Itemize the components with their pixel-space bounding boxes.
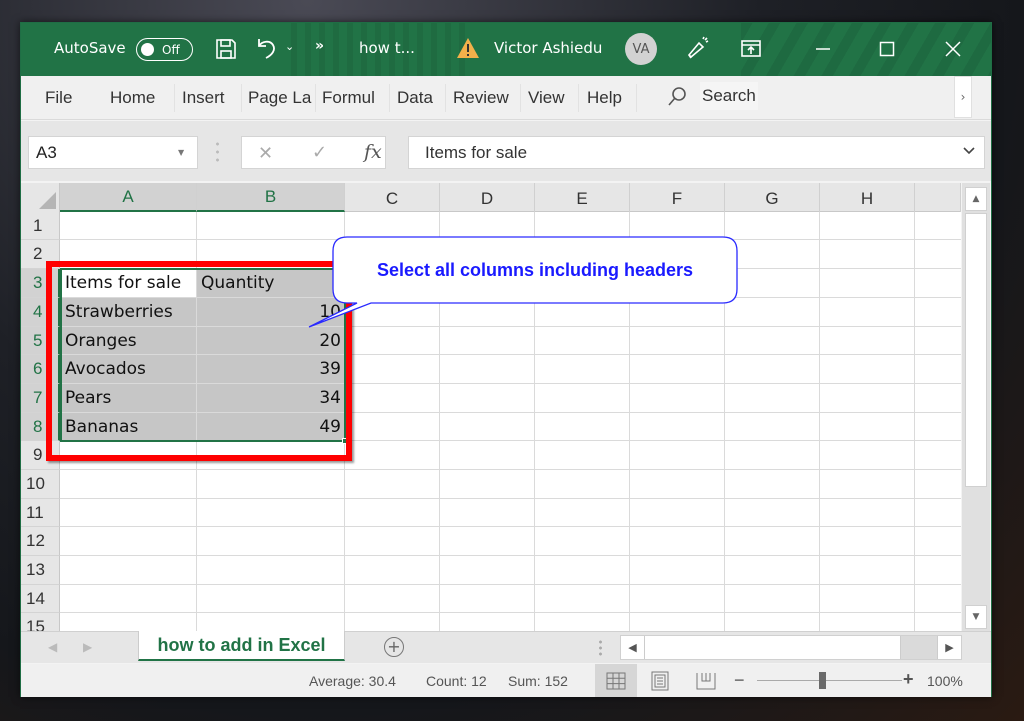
tab-separator (445, 84, 446, 112)
column-gridline (914, 212, 915, 631)
autosave-toggle[interactable]: Off (136, 38, 193, 61)
undo-dropdown-icon[interactable]: ⌄ (285, 40, 294, 53)
tab-page-layout[interactable]: Page La (248, 88, 311, 108)
name-box[interactable]: A3 (28, 136, 198, 169)
tab-separator (636, 84, 637, 112)
vertical-scrollbar[interactable]: ▲ ▼ (962, 183, 990, 631)
tab-review[interactable]: Review (453, 88, 509, 108)
status-count[interactable]: Count: 12 (426, 673, 487, 689)
document-title[interactable]: how t... (359, 39, 415, 57)
select-all-triangle-icon (39, 192, 56, 209)
feedback-icon[interactable] (685, 35, 711, 61)
title-bar: AutoSave Off ⌄ » how t... Victor Ashiedu… (21, 23, 991, 76)
tab-separator (578, 84, 579, 112)
column-gridline (819, 212, 820, 631)
status-average[interactable]: Average: 30.4 (309, 673, 396, 689)
select-all-button[interactable] (21, 183, 60, 212)
avatar[interactable]: VA (625, 33, 657, 65)
normal-view-button[interactable] (595, 664, 637, 697)
undo-icon[interactable] (254, 35, 280, 61)
tab-view[interactable]: View (528, 88, 565, 108)
column-header-d[interactable]: D (440, 183, 535, 212)
save-icon[interactable] (214, 37, 238, 61)
row-header-12[interactable]: 12 (21, 527, 60, 556)
column-header-h[interactable]: H (820, 183, 915, 212)
previous-sheet-icon[interactable]: ◀ (48, 640, 57, 654)
tab-separator (241, 84, 242, 112)
row-header-13[interactable]: 13 (21, 556, 60, 585)
autosave-label: AutoSave (54, 39, 126, 57)
cancel-icon[interactable]: ✕ (258, 143, 273, 164)
tab-separator (520, 84, 521, 112)
tab-file[interactable]: File (45, 88, 72, 108)
zoom-slider[interactable] (757, 680, 902, 681)
formula-bar-resize-handle[interactable] (216, 140, 219, 164)
tab-formulas[interactable]: Formul (322, 88, 375, 108)
tab-separator (315, 84, 316, 112)
column-header-b[interactable]: B (197, 183, 345, 212)
minimize-button[interactable] (803, 29, 843, 69)
row-header-10[interactable]: 10 (21, 470, 60, 499)
tab-split-handle[interactable] (599, 639, 602, 657)
tab-home[interactable]: Home (110, 88, 155, 108)
zoom-in-button[interactable]: + (903, 669, 914, 690)
ribbon-scroll-right-button[interactable]: › (954, 76, 972, 118)
scroll-left-button[interactable]: ◀ (621, 636, 645, 659)
close-button[interactable] (933, 29, 973, 69)
page-break-preview-button[interactable] (685, 664, 727, 697)
spreadsheet-grid[interactable]: A B C D E F G H 1 2 3 4 5 6 7 8 9 10 11 12 13 14 15 Items for … (21, 183, 961, 631)
row-header-1[interactable]: 1 (21, 212, 60, 240)
search-icon[interactable] (666, 86, 688, 108)
tab-insert[interactable]: Insert (182, 88, 225, 108)
toggle-knob (141, 43, 154, 56)
scroll-up-button[interactable]: ▲ (965, 187, 987, 211)
scroll-right-button[interactable]: ▶ (937, 636, 961, 659)
scroll-down-button[interactable]: ▼ (965, 605, 987, 629)
column-header-e[interactable]: E (535, 183, 630, 212)
column-header-partial[interactable] (915, 183, 961, 212)
column-header-f[interactable]: F (630, 183, 725, 212)
row-header-15[interactable]: 15 (21, 613, 60, 631)
search-input[interactable]: Search (700, 82, 758, 110)
ribbon-tabs: File Home Insert Page La Formul Data Rev… (21, 76, 991, 120)
formula-bar: A3 ▼ ✕ ✓ fx Items for sale (21, 121, 991, 181)
vertical-scroll-thumb[interactable] (965, 213, 987, 487)
callout-text: Select all columns including headers (376, 259, 694, 280)
horizontal-scroll-thumb[interactable] (645, 636, 901, 659)
page-layout-view-button[interactable] (639, 664, 681, 697)
zoom-level[interactable]: 100% (927, 673, 963, 689)
row-header-11[interactable]: 11 (21, 499, 60, 527)
enter-icon[interactable]: ✓ (312, 142, 327, 163)
formula-input[interactable]: Items for sale (408, 136, 985, 169)
sheet-tab-bar: ◀ ▶ how to add in Excel + ◀ ▶ (21, 631, 991, 663)
column-header-c[interactable]: C (345, 183, 440, 212)
expand-formula-bar-icon[interactable] (963, 145, 975, 158)
autosave-state: Off (162, 42, 180, 57)
add-sheet-button[interactable]: + (384, 637, 404, 657)
status-bar: Average: 30.4 Count: 12 Sum: 152 − + 100… (21, 664, 991, 697)
tab-separator (174, 84, 175, 112)
horizontal-scrollbar[interactable]: ◀ ▶ (620, 635, 962, 660)
user-name[interactable]: Victor Ashiedu (494, 39, 602, 57)
insert-function-icon[interactable]: fx (364, 141, 382, 163)
tab-separator (389, 84, 390, 112)
maximize-button[interactable] (867, 29, 907, 69)
row-header-14[interactable]: 14 (21, 585, 60, 613)
next-sheet-icon[interactable]: ▶ (83, 640, 92, 654)
ribbon-display-options-icon[interactable] (739, 37, 763, 61)
sheet-tab-how-to-add-in-excel[interactable]: how to add in Excel (138, 631, 345, 661)
chevron-down-icon[interactable]: ▼ (178, 148, 184, 157)
zoom-slider-thumb[interactable] (819, 672, 826, 689)
column-header-g[interactable]: G (725, 183, 820, 212)
tab-help[interactable]: Help (587, 88, 622, 108)
tab-data[interactable]: Data (397, 88, 433, 108)
formula-buttons: ✕ ✓ fx (241, 136, 386, 169)
column-header-a[interactable]: A (60, 183, 197, 212)
zoom-out-button[interactable]: − (734, 670, 745, 691)
highlight-rectangle (46, 261, 352, 461)
more-commands-icon[interactable]: » (315, 38, 324, 54)
excel-window: AutoSave Off ⌄ » how t... Victor Ashiedu… (20, 22, 992, 697)
warning-icon[interactable] (456, 36, 480, 60)
status-sum[interactable]: Sum: 152 (508, 673, 568, 689)
